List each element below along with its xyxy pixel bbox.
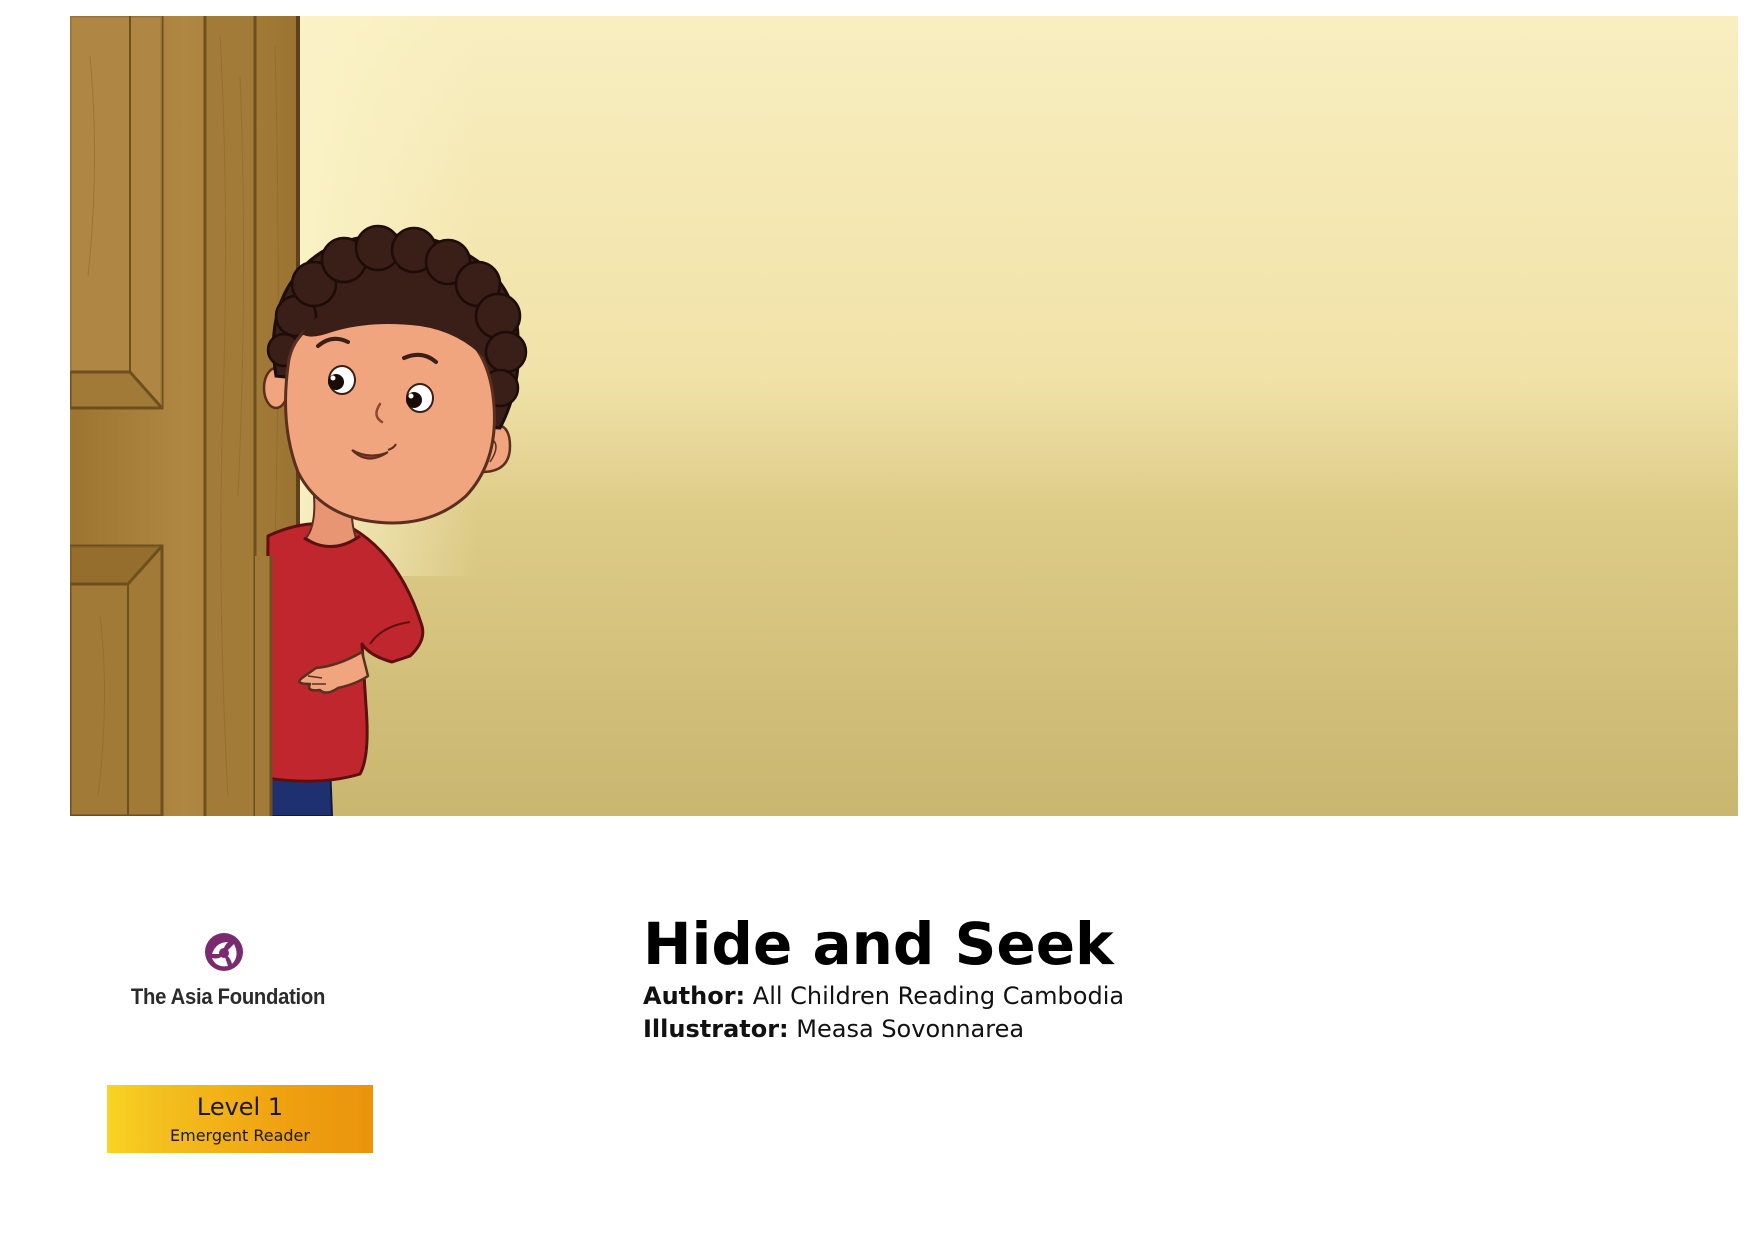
cover-illustration <box>70 16 1738 816</box>
author-name: All Children Reading Cambodia <box>752 982 1125 1010</box>
author-line: Author: All Children Reading Cambodia <box>643 980 1543 1013</box>
publisher-name: The Asia Foundation <box>130 984 326 1009</box>
illustrator-label: Illustrator: <box>643 1015 789 1043</box>
author-label: Author: <box>643 982 746 1010</box>
illustrator-line: Illustrator: Measa Sovonnarea <box>643 1013 1543 1046</box>
reading-level-badge: Level 1 Emergent Reader <box>107 1085 373 1153</box>
level-label: Level 1 <box>196 1093 284 1121</box>
book-title: Hide and Seek <box>643 910 1114 978</box>
level-subtitle: Emergent Reader <box>170 1126 310 1145</box>
publisher-logo: The Asia Foundation <box>118 928 338 1012</box>
book-cover-page: The Asia Foundation Level 1 Emergent Rea… <box>0 0 1754 1240</box>
title-block: Hide and Seek Author: All Children Readi… <box>643 908 1543 1046</box>
illustrator-name: Measa Sovonnarea <box>796 1015 1025 1043</box>
asia-foundation-logo-icon <box>205 933 243 971</box>
